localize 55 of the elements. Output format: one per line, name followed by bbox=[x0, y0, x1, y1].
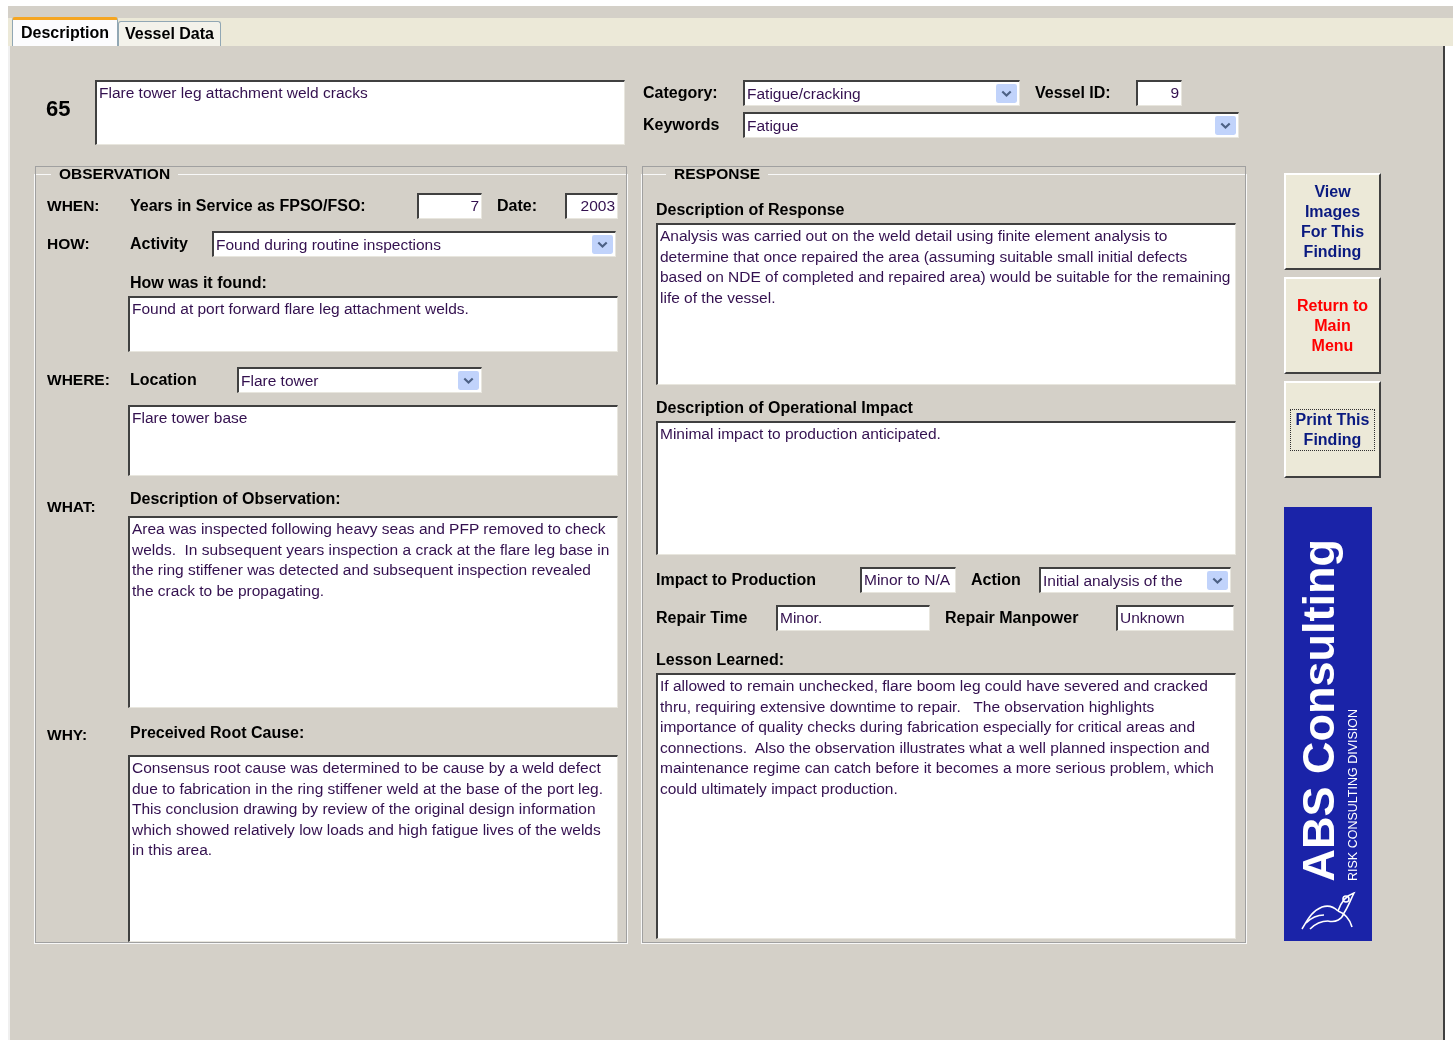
field-heading: Preceived Root Cause: bbox=[130, 724, 305, 742]
field-heading: Description of Operational Impact bbox=[656, 399, 914, 417]
field-label: Repair Manpower bbox=[945, 609, 1080, 627]
vessel-id-field[interactable]: 9 bbox=[1136, 80, 1182, 106]
found-field[interactable]: Found at port forward flare leg attachment welds. bbox=[128, 296, 618, 352]
logo-title: ABS Consulting bbox=[1295, 538, 1343, 881]
section-label: WHEN: bbox=[46, 197, 101, 215]
observation-text-field[interactable]: Area was inspected following heavy seas and PFP removed to check welds. In subsequent years inspection a crack at the flare leg base in the ring stiffener was detected and subsequent inspection revealed the crack to be propagating. bbox=[128, 516, 618, 708]
chevron-down-icon bbox=[458, 371, 479, 390]
impact-text-field[interactable]: Minimal impact to production anticipated. bbox=[656, 421, 1236, 555]
field-label: Activity bbox=[130, 235, 189, 253]
production-field[interactable]: Minor to N/A bbox=[860, 567, 956, 593]
field-label: Location bbox=[130, 371, 198, 389]
field-heading: Lesson Learned: bbox=[656, 651, 786, 669]
repair-time-field[interactable]: Minor. bbox=[776, 605, 930, 631]
date-field[interactable]: 2003 bbox=[565, 193, 618, 219]
section-label: WHAT: bbox=[46, 498, 97, 516]
lesson-text-field[interactable]: If allowed to remain unchecked, flare boom leg could have severed and cracked thru, requiring extensive downtime to repair. The observation highlights importance of quality checks during fabrication especially for critical areas and connections. Also the observation illustrates what a well planned inspection and maintenance regime can catch before it becomes a more serious problem, which could ultimately impact production. bbox=[656, 673, 1236, 939]
section-label: HOW: bbox=[46, 235, 91, 253]
chevron-down-icon bbox=[1215, 116, 1236, 135]
response-text-field[interactable]: Analysis was carried out on the weld detail using finite element analysis to determine that once repaired the area (assuming suitable small initial defects based on NDE of completed and repaired area) would be suitable for the remaining life of the vessel. bbox=[656, 223, 1236, 385]
action-button[interactable]: View Images For This Finding bbox=[1284, 173, 1381, 270]
field-label: Keywords bbox=[643, 116, 721, 134]
field-label: Repair Time bbox=[656, 609, 749, 627]
logo-subtitle: RISK CONSULTING DIVISION bbox=[1345, 709, 1361, 881]
tab[interactable]: Vessel Data bbox=[118, 21, 221, 46]
manpower-field[interactable]: Unknown bbox=[1116, 605, 1234, 631]
field-label: Date: bbox=[497, 197, 538, 215]
action-button[interactable]: Print This Finding bbox=[1284, 381, 1381, 478]
panel-title: OBSERVATION bbox=[58, 165, 172, 183]
finding-number: 65 bbox=[45, 96, 72, 122]
tab[interactable]: Description bbox=[12, 17, 118, 46]
root-cause-field[interactable]: Consensus root cause was determined to be cause by a weld defect due to fabrication in the ring stiffener weld at the base of the port leg. This conclusion drawing by review of the original design information which showed relatively low loads and high fatigue lives of the welds in this area. bbox=[128, 755, 618, 942]
panel-title: RESPONSE bbox=[673, 165, 762, 183]
field-heading: Description of Response bbox=[656, 201, 846, 219]
field-heading: How was it found: bbox=[129, 274, 268, 292]
action-dropdown[interactable]: Initial analysis of the bbox=[1039, 567, 1231, 593]
keywords-dropdown[interactable]: Fatigue bbox=[743, 112, 1239, 138]
chevron-down-icon bbox=[996, 84, 1017, 103]
field-label: Vessel ID: bbox=[1035, 84, 1112, 102]
section-label: WHERE: bbox=[46, 371, 111, 389]
location-dropdown[interactable]: Flare tower bbox=[237, 367, 482, 393]
chevron-down-icon bbox=[592, 235, 613, 254]
field-label: Years in Service as FPSO/FSO: bbox=[130, 197, 367, 215]
section-label: WHY: bbox=[46, 726, 89, 744]
field-label: Impact to Production bbox=[656, 571, 817, 589]
years-field[interactable]: 7 bbox=[417, 193, 482, 219]
activity-dropdown[interactable]: Found during routine inspections bbox=[212, 231, 616, 257]
field-label: Action bbox=[971, 571, 1022, 589]
field-label: Category: bbox=[643, 84, 719, 102]
location-detail-field[interactable]: Flare tower base bbox=[128, 405, 618, 476]
chevron-down-icon bbox=[1207, 571, 1228, 590]
field-heading: Description of Observation: bbox=[130, 490, 341, 508]
title-field[interactable]: Flare tower leg attachment weld cracks bbox=[95, 80, 625, 145]
category-dropdown[interactable]: Fatigue/cracking bbox=[743, 80, 1020, 106]
